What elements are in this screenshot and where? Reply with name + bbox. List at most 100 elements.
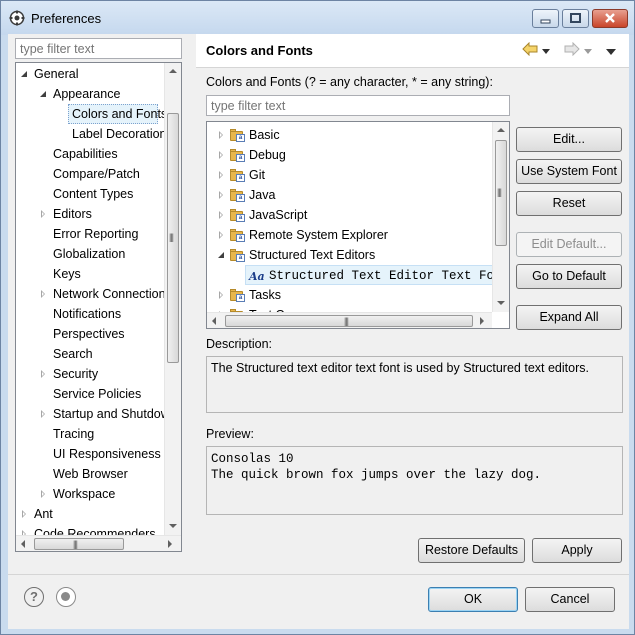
preference-tree-item[interactable]: Label Decorations [72, 124, 173, 144]
go-to-default-button[interactable]: Go to Default [516, 264, 622, 289]
expanded-arrow-icon[interactable] [39, 90, 48, 99]
help-icon[interactable]: ? [24, 587, 44, 607]
preference-tree-item-label: Content Types [53, 187, 134, 201]
view-menu-icon[interactable] [606, 49, 616, 55]
record-macro-icon[interactable] [56, 587, 76, 607]
preference-tree-item-label: Keys [53, 267, 81, 281]
title-bar[interactable]: Preferences [1, 1, 634, 35]
colors-filter-input[interactable] [206, 95, 510, 116]
colors-tree-vscrollbar[interactable]: ||| [492, 122, 509, 312]
collapsed-arrow-icon[interactable] [39, 210, 48, 219]
preference-tree[interactable]: General Appearance Colors and Fonts Label D… [15, 62, 182, 552]
scroll-grip-icon: ||| [169, 232, 174, 242]
expand-all-button[interactable]: Expand All [516, 305, 622, 330]
description-label: Description: [206, 337, 272, 351]
collapsed-arrow-icon[interactable] [217, 211, 226, 220]
color-category-item[interactable]: a Basic [215, 125, 495, 145]
color-category-item[interactable]: a Java [215, 185, 495, 205]
scroll-left-arrow-icon[interactable] [212, 317, 216, 325]
collapsed-arrow-icon[interactable] [39, 370, 48, 379]
collapsed-arrow-icon[interactable] [217, 231, 226, 240]
preference-tree-item[interactable]: Workspace [41, 484, 116, 504]
forward-arrow-icon[interactable] [564, 42, 580, 56]
folder-icon: a [230, 229, 246, 242]
apply-button[interactable]: Apply [532, 538, 622, 563]
forward-dropdown-icon[interactable] [584, 49, 592, 54]
back-dropdown-icon[interactable] [542, 49, 550, 54]
collapsed-arrow-icon[interactable] [20, 510, 29, 519]
color-category-item[interactable]: a Debug [215, 145, 495, 165]
preference-tree-item[interactable]: Notifications [53, 304, 121, 324]
color-category-item[interactable]: a JavaScript [215, 205, 495, 225]
preference-tree-item[interactable]: Editors [41, 204, 92, 224]
preference-tree-item[interactable]: Globalization [53, 244, 125, 264]
reset-button[interactable]: Reset [516, 191, 622, 216]
preference-tree-item[interactable]: Content Types [53, 184, 133, 204]
folder-icon: a [230, 169, 246, 182]
back-arrow-icon[interactable] [522, 42, 538, 56]
preference-tree-item[interactable]: Security [41, 364, 98, 384]
preference-tree-item[interactable]: Tracing [53, 424, 94, 444]
colors-tree-hscrollbar[interactable]: ||| [207, 312, 492, 328]
preference-tree-hscrollbar[interactable]: ||| [16, 535, 181, 551]
collapsed-arrow-icon[interactable] [217, 171, 226, 180]
collapsed-arrow-icon[interactable] [217, 191, 226, 200]
preference-tree-item[interactable]: Error Reporting [53, 224, 138, 244]
edit-button[interactable]: Edit... [516, 127, 622, 152]
close-button[interactable] [592, 9, 628, 28]
expanded-arrow-icon[interactable] [20, 70, 29, 79]
collapsed-arrow-icon[interactable] [217, 291, 226, 300]
ok-button[interactable]: OK [428, 587, 518, 612]
preference-tree-item[interactable]: Colors and Fonts [68, 104, 167, 124]
scroll-down-arrow-icon[interactable] [169, 524, 177, 528]
preference-tree-item-label: Label Decorations [72, 127, 173, 141]
preference-tree-vscrollbar[interactable]: ||| [164, 63, 181, 535]
scroll-down-arrow-icon[interactable] [497, 301, 505, 305]
preference-tree-item[interactable]: Service Policies [53, 384, 141, 404]
color-category-label: Tasks [249, 288, 281, 302]
preference-tree-item-label: Workspace [53, 487, 116, 501]
color-category-item[interactable]: a Tasks [215, 285, 495, 305]
cancel-button[interactable]: Cancel [525, 587, 615, 612]
colors-tree-hscroll-thumb[interactable]: ||| [225, 315, 473, 327]
preference-tree-item[interactable]: Web Browser [53, 464, 128, 484]
scroll-right-arrow-icon[interactable] [480, 317, 484, 325]
collapsed-arrow-icon[interactable] [39, 290, 48, 299]
preference-tree-item[interactable]: Startup and Shutdown [41, 404, 177, 424]
scroll-up-arrow-icon[interactable] [169, 69, 177, 73]
colors-fonts-tree[interactable]: a Basic a Debug a Git a Java a JavaScript a Remote … [206, 121, 510, 329]
preference-tree-vscroll-thumb[interactable]: ||| [167, 113, 179, 363]
preference-tree-item[interactable]: Appearance [40, 84, 120, 104]
minimize-button[interactable] [532, 9, 559, 28]
color-category-item[interactable]: a Remote System Explorer [215, 225, 495, 245]
left-filter-input[interactable] [15, 38, 182, 59]
preference-tree-item[interactable]: Ant [22, 504, 53, 524]
maximize-button[interactable] [562, 9, 589, 28]
color-category-item[interactable]: a Git [215, 165, 495, 185]
color-category-item[interactable]: a Structured Text Editors [215, 245, 495, 265]
preference-tree-item[interactable]: Compare/Patch [53, 164, 140, 184]
colors-tree-vscroll-thumb[interactable]: ||| [495, 140, 507, 246]
scroll-right-arrow-icon[interactable] [168, 540, 172, 548]
preference-tree-item[interactable]: UI Responsiveness [53, 444, 161, 464]
preference-tree-item[interactable]: Keys [53, 264, 81, 284]
preference-tree-item[interactable]: General [21, 64, 78, 84]
expanded-arrow-icon[interactable] [217, 251, 226, 260]
use-system-font-button[interactable]: Use System Font [516, 159, 622, 184]
preference-tree-item-label: Compare/Patch [53, 167, 140, 181]
preference-tree-item[interactable]: Perspectives [53, 324, 125, 344]
restore-defaults-button[interactable]: Restore Defaults [418, 538, 525, 563]
preference-tree-item[interactable]: Capabilities [53, 144, 118, 164]
collapsed-arrow-icon[interactable] [39, 490, 48, 499]
edit-default-button[interactable]: Edit Default... [516, 232, 622, 257]
collapsed-arrow-icon[interactable] [39, 410, 48, 419]
scroll-left-arrow-icon[interactable] [21, 540, 25, 548]
font-entry-item[interactable]: Aa Structured Text Editor Text Font [245, 265, 509, 285]
scroll-up-arrow-icon[interactable] [497, 128, 505, 132]
preference-tree-hscroll-thumb[interactable]: ||| [34, 538, 124, 550]
preference-tree-item-label: Colors and Fonts [72, 107, 168, 121]
preference-tree-item[interactable]: Search [53, 344, 93, 364]
preference-tree-item[interactable]: Network Connections [41, 284, 172, 304]
collapsed-arrow-icon[interactable] [217, 131, 226, 140]
collapsed-arrow-icon[interactable] [217, 151, 226, 160]
